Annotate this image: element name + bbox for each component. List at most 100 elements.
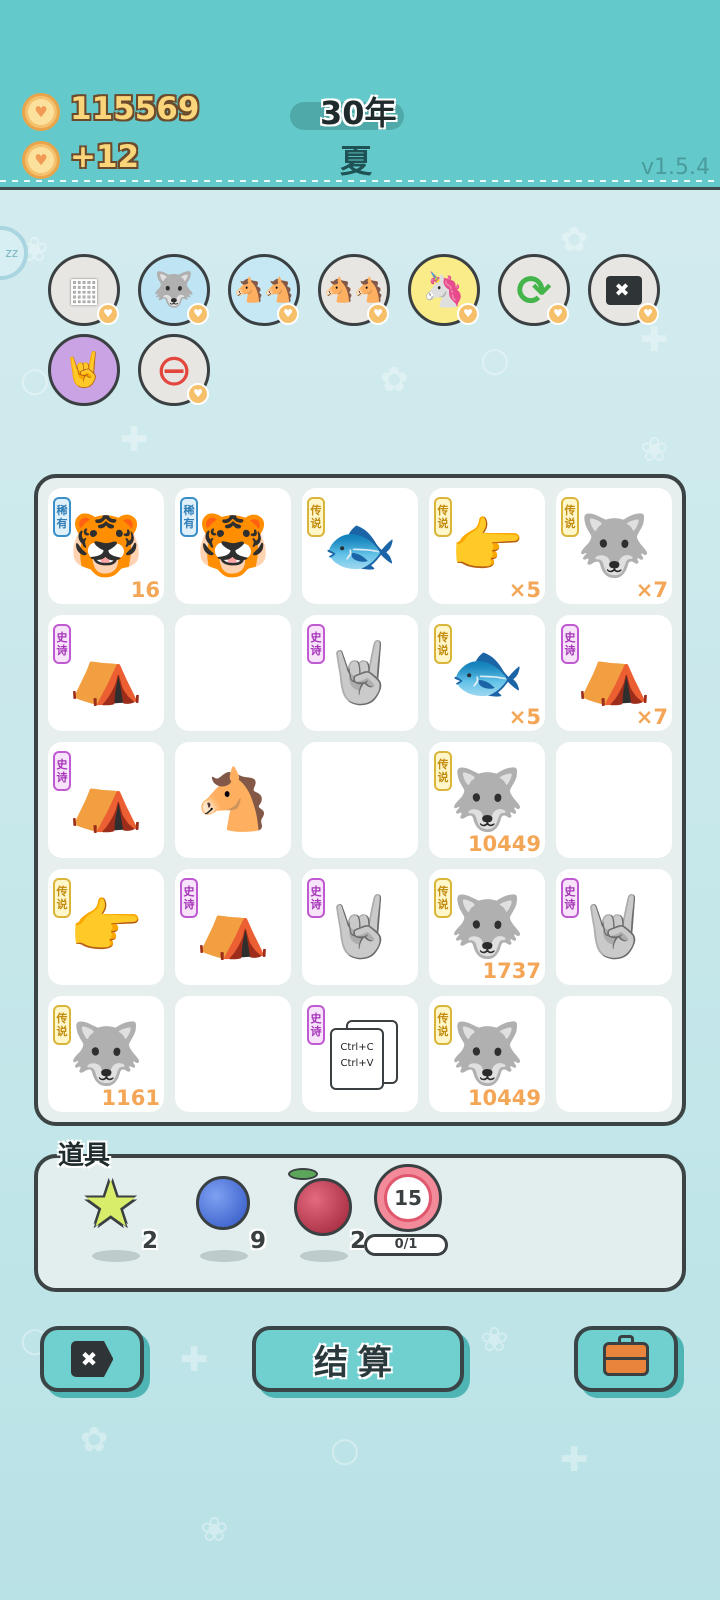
board-cell-empty[interactable] [302, 742, 418, 858]
bayberry-icon [294, 1178, 352, 1236]
leaf-icon [288, 1168, 318, 1180]
blocks-icon: ▦ [67, 270, 101, 310]
husky-king-icon: 🐺 [449, 1019, 525, 1089]
husky-king-icon: 🐺 [449, 892, 525, 962]
board-cell[interactable]: 传说 🐺 1737 [429, 869, 545, 985]
board-cell-empty[interactable] [175, 615, 291, 731]
item-quantity: 2 [141, 1228, 158, 1254]
stack-count: 1737 [482, 959, 541, 983]
board-cell[interactable]: 传说 🐺 ×7 [556, 488, 672, 604]
timer-value: 15 [384, 1174, 432, 1222]
skill-merge-blocks[interactable]: ▦ ♥ [48, 254, 120, 326]
heart-icon: ♥ [97, 303, 119, 325]
item-timer[interactable]: 15 0/1 [364, 1164, 454, 1256]
item-star[interactable]: ★ 2 [78, 1168, 158, 1268]
koi-fish-icon: 🐟 [322, 511, 398, 581]
blueberry-icon [196, 1176, 250, 1230]
board-cell[interactable]: 传说 🐟 ×5 [429, 615, 545, 731]
skill-refresh[interactable]: ⟳ ♥ [498, 254, 570, 326]
stack-count: 10449 [467, 1086, 541, 1110]
item-bayberry[interactable]: 2 [286, 1168, 366, 1268]
skill-double-horse-b[interactable]: 🐴🐴 ♥ [318, 254, 390, 326]
board-cell[interactable]: 史诗 🤘 [302, 615, 418, 731]
heart-icon: ♥ [637, 303, 659, 325]
board-cell[interactable]: 传说 🐺 1161 [48, 996, 164, 1112]
heart-icon: ♥ [277, 303, 299, 325]
season-label: 夏 [340, 142, 373, 180]
husky-king-icon: 🐺 [576, 511, 652, 581]
board-cell[interactable]: 🐴 [175, 742, 291, 858]
copy-paste-cards-icon: Ctrl+C Ctrl+V [322, 1014, 398, 1094]
item-blueberry[interactable]: 9 [186, 1168, 266, 1268]
husky-king-icon: 🐺 [449, 765, 525, 835]
board-cell[interactable]: 传说 👉 ×5 [429, 488, 545, 604]
board-cell-empty[interactable] [556, 742, 672, 858]
board-cell[interactable]: 稀有 🐯 [175, 488, 291, 604]
item-shadow [300, 1250, 348, 1262]
items-panel: ★ 2 9 2 15 0/1 [34, 1154, 686, 1292]
pointing-hand-icon: 👉 [449, 511, 525, 581]
card-text-bottom: Ctrl+V [340, 1058, 374, 1069]
sleep-side-tab[interactable]: zz [0, 226, 28, 280]
cancel-button[interactable]: ✖ [40, 1326, 144, 1392]
board-cell[interactable]: 史诗 ⛺ [48, 615, 164, 731]
board-cell[interactable]: 史诗 Ctrl+C Ctrl+V [302, 996, 418, 1112]
skill-unicorn[interactable]: 🦄 ♥ [408, 254, 480, 326]
board-cell[interactable]: 传说 🐟 [302, 488, 418, 604]
skill-minus[interactable]: ⊖ ♥ [138, 334, 210, 406]
star-icon: ★ [82, 1168, 140, 1242]
top-status-bar: ♥ 115569 ♥ +12 FPS: 30年 夏 v1.5.4 [0, 0, 720, 190]
skill-delete[interactable]: ✖ ♥ [588, 254, 660, 326]
skill-double-horse-a[interactable]: 🐴🐴 ♥ [228, 254, 300, 326]
koi-fish-icon: 🐟 [449, 638, 525, 708]
board-cell-empty[interactable] [556, 996, 672, 1112]
board-cell[interactable]: 史诗 ⛺ [48, 742, 164, 858]
item-quantity: 9 [249, 1228, 266, 1254]
card-text-top: Ctrl+C [340, 1042, 374, 1053]
unicorn-icon: 🦄 [422, 270, 466, 310]
income-coin-icon: ♥ [22, 141, 60, 179]
heart-icon: ♥ [547, 303, 569, 325]
board-cell[interactable]: 史诗 🤘 [556, 869, 672, 985]
tiger-icon: 🐯 [195, 511, 271, 581]
settle-button[interactable]: 结算 [252, 1326, 464, 1392]
gold-income: +12 [70, 139, 140, 175]
grey-hand-icon: 🤘 [322, 638, 398, 708]
delete-tag-icon: ✖ [70, 1341, 114, 1377]
heart-icon: ♥ [457, 303, 479, 325]
horse-icon: 🐴 [195, 765, 271, 835]
stack-count: 1161 [101, 1086, 160, 1110]
board-cell[interactable]: 史诗 ⛺ ×7 [556, 615, 672, 731]
heart-icon: ♥ [367, 303, 389, 325]
item-shadow [92, 1250, 140, 1262]
board-cell[interactable]: 传说 🐺 10449 [429, 996, 545, 1112]
inventory-button[interactable] [574, 1326, 678, 1392]
rabbit-tent-icon: ⛺ [576, 638, 652, 708]
husky-king-icon: 🐺 [68, 1019, 144, 1089]
double-horse-icon: 🐴🐴 [234, 276, 294, 304]
double-horse-icon: 🐴🐴 [324, 276, 384, 304]
board-cell[interactable]: 稀有 🐯 16 [48, 488, 164, 604]
refresh-icon: ⟳ [516, 265, 552, 315]
skill-rock-hand[interactable]: 🤘 [48, 334, 120, 406]
stack-count: ×5 [508, 578, 541, 602]
delete-tag-icon: ✖ [606, 275, 642, 305]
gold-coin-icon: ♥ [22, 93, 60, 131]
skill-husky[interactable]: 🐺 ♥ [138, 254, 210, 326]
grey-hand-icon: 🤘 [322, 892, 398, 962]
pointing-hand-icon: 👉 [68, 892, 144, 962]
heart-icon: ♥ [187, 383, 209, 405]
board-cell[interactable]: 传说 👉 [48, 869, 164, 985]
grey-hand-icon: 🤘 [576, 892, 652, 962]
board-cell[interactable]: 史诗 🤘 [302, 869, 418, 985]
rock-hand-icon: 🤘 [62, 350, 106, 390]
stack-count: ×5 [508, 705, 541, 729]
card-front: Ctrl+C Ctrl+V [330, 1028, 384, 1090]
board-cell[interactable]: 史诗 ⛺ [175, 869, 291, 985]
items-title: 道具 [58, 1141, 111, 1171]
board-cell[interactable]: 传说 🐺 10449 [429, 742, 545, 858]
husky-icon: 🐺 [152, 270, 196, 310]
board-cell-empty[interactable] [175, 996, 291, 1112]
heart-icon: ♥ [187, 303, 209, 325]
settle-label: 结算 [314, 1342, 402, 1383]
